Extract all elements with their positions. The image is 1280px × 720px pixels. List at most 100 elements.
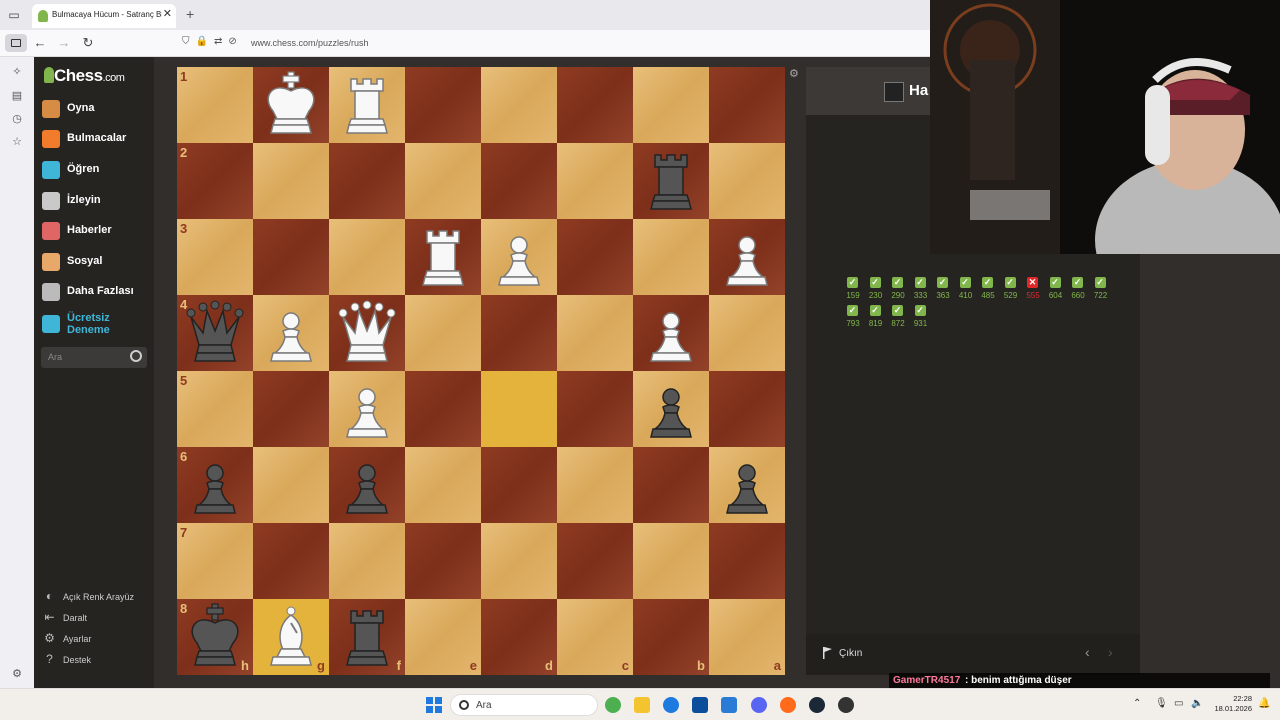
board-square[interactable] bbox=[405, 447, 481, 523]
board-square[interactable]: b bbox=[633, 599, 709, 675]
board-square[interactable] bbox=[481, 295, 557, 371]
result-item[interactable]: ✓ 872 bbox=[887, 305, 909, 331]
board-square[interactable] bbox=[405, 523, 481, 599]
board-square[interactable] bbox=[633, 447, 709, 523]
board-square[interactable] bbox=[709, 295, 785, 371]
sidebar-item-4[interactable]: Haberler bbox=[40, 219, 150, 243]
sidebar-search-input[interactable]: Ara bbox=[41, 347, 147, 368]
url-field[interactable]: www.chess.com/puzzles/rush bbox=[251, 38, 369, 48]
result-item[interactable]: ✓ 485 bbox=[977, 277, 999, 303]
chess-board[interactable]: 12345678hgfedcba bbox=[177, 67, 785, 675]
volume-icon[interactable]: 🔈 bbox=[1191, 698, 1203, 709]
result-item[interactable]: ✕ 555 bbox=[1022, 277, 1044, 303]
network-icon[interactable]: ▭ bbox=[1174, 698, 1183, 709]
taskbar-search-input[interactable]: Ara bbox=[450, 694, 598, 716]
forward-arrow-icon[interactable]: → bbox=[56, 35, 72, 51]
sidebar-item-3[interactable]: İzleyin bbox=[40, 189, 150, 213]
board-square[interactable] bbox=[481, 67, 557, 143]
board-square[interactable] bbox=[481, 143, 557, 219]
result-item[interactable]: ✓ 722 bbox=[1090, 277, 1112, 303]
result-item[interactable]: ✓ 660 bbox=[1067, 277, 1089, 303]
board-square[interactable] bbox=[557, 295, 633, 371]
board-square[interactable] bbox=[557, 219, 633, 295]
steam-app-icon[interactable] bbox=[809, 697, 825, 713]
microphone-icon[interactable]: 🎙 bbox=[1155, 698, 1168, 709]
flag-icon[interactable] bbox=[823, 647, 833, 659]
reload-icon[interactable]: ↻ bbox=[80, 35, 96, 51]
board-square[interactable]: e bbox=[405, 599, 481, 675]
board-square[interactable] bbox=[481, 371, 557, 447]
store-app-icon[interactable] bbox=[692, 697, 708, 713]
exit-button[interactable]: Çıkın bbox=[839, 648, 862, 659]
board-square[interactable] bbox=[633, 523, 709, 599]
result-item[interactable]: ✓ 931 bbox=[910, 305, 932, 331]
customize-gear-icon[interactable]: ⚙ bbox=[10, 667, 24, 681]
board-square[interactable] bbox=[253, 143, 329, 219]
new-tab-icon[interactable]: + bbox=[186, 6, 194, 22]
notifications-icon[interactable]: 🔔 bbox=[1258, 698, 1270, 709]
white-rook-icon[interactable] bbox=[405, 219, 481, 295]
bookmarks-star-icon[interactable]: ☆ bbox=[10, 135, 24, 149]
outlook-app-icon[interactable] bbox=[721, 697, 737, 713]
board-square[interactable] bbox=[557, 371, 633, 447]
url-security-icons[interactable]: ⛉🔒⇄⊘ bbox=[182, 36, 243, 47]
discord-app-icon[interactable] bbox=[751, 697, 767, 713]
back-arrow-icon[interactable]: ← bbox=[32, 35, 48, 51]
black-pawn-icon[interactable] bbox=[709, 447, 785, 523]
black-pawn-icon[interactable] bbox=[177, 447, 253, 523]
sidebar-item-7[interactable]: Ücretsiz Deneme bbox=[40, 312, 150, 336]
history-icon[interactable]: ◷ bbox=[10, 112, 24, 126]
result-item[interactable]: ✓ 333 bbox=[910, 277, 932, 303]
browser-tab[interactable]: Bulmacaya Hücum - Satranç Bulmacaları ✕ bbox=[32, 4, 176, 28]
start-windows-icon[interactable] bbox=[426, 697, 442, 713]
result-item[interactable]: ✓ 819 bbox=[865, 305, 887, 331]
clock[interactable]: 22:28 18.01.2026 bbox=[1210, 694, 1252, 714]
result-item[interactable]: ✓ 410 bbox=[955, 277, 977, 303]
board-square[interactable] bbox=[329, 143, 405, 219]
sidebar-item-6[interactable]: Daha Fazlası bbox=[40, 280, 150, 304]
sidebar-bottom-item-1[interactable]: ⇤ Daralt bbox=[42, 609, 152, 627]
board-square[interactable] bbox=[481, 447, 557, 523]
board-square[interactable] bbox=[633, 219, 709, 295]
tray-overflow-icon[interactable]: ⌃ bbox=[1133, 698, 1141, 709]
prev-arrow-icon[interactable]: ‹ bbox=[1085, 644, 1090, 660]
sidebar-toggle-button[interactable] bbox=[5, 34, 27, 52]
board-square[interactable] bbox=[709, 523, 785, 599]
next-arrow-icon[interactable]: › bbox=[1108, 644, 1113, 660]
board-square[interactable] bbox=[481, 523, 557, 599]
white-king-icon[interactable] bbox=[253, 67, 329, 143]
board-square[interactable]: a bbox=[709, 599, 785, 675]
obs-app-icon[interactable] bbox=[838, 697, 854, 713]
white-pawn-icon[interactable] bbox=[633, 295, 709, 371]
sidebar-bottom-item-2[interactable]: ⚙ Ayarlar bbox=[42, 630, 152, 648]
black-rook-icon[interactable] bbox=[329, 599, 405, 675]
white-pawn-icon[interactable] bbox=[709, 219, 785, 295]
file-explorer-icon[interactable] bbox=[634, 697, 650, 713]
board-square[interactable] bbox=[709, 67, 785, 143]
board-square[interactable] bbox=[253, 447, 329, 523]
board-square[interactable] bbox=[557, 143, 633, 219]
result-item[interactable]: ✓ 230 bbox=[865, 277, 887, 303]
black-queen-icon[interactable] bbox=[177, 295, 253, 371]
board-square[interactable] bbox=[329, 523, 405, 599]
tab-overview-icon[interactable]: ▭ bbox=[6, 7, 22, 23]
edge-browser-icon[interactable] bbox=[663, 697, 679, 713]
copilot-app-icon[interactable] bbox=[605, 697, 621, 713]
sidebar-item-5[interactable]: Sosyal bbox=[40, 250, 150, 274]
board-square[interactable]: 7 bbox=[177, 523, 253, 599]
board-settings-gear-icon[interactable]: ⚙ bbox=[789, 68, 801, 80]
white-pawn-icon[interactable] bbox=[329, 371, 405, 447]
result-item[interactable]: ✓ 604 bbox=[1045, 277, 1067, 303]
board-square[interactable] bbox=[253, 523, 329, 599]
board-square[interactable] bbox=[405, 371, 481, 447]
board-square[interactable] bbox=[709, 371, 785, 447]
board-square[interactable] bbox=[557, 447, 633, 523]
board-square[interactable] bbox=[405, 143, 481, 219]
white-pawn-icon[interactable] bbox=[481, 219, 557, 295]
sidebar-item-0[interactable]: Oyna bbox=[40, 97, 150, 121]
white-queen-icon[interactable] bbox=[329, 295, 405, 371]
board-square[interactable] bbox=[405, 295, 481, 371]
board-square[interactable]: d bbox=[481, 599, 557, 675]
black-pawn-icon[interactable] bbox=[329, 447, 405, 523]
board-square[interactable] bbox=[557, 67, 633, 143]
